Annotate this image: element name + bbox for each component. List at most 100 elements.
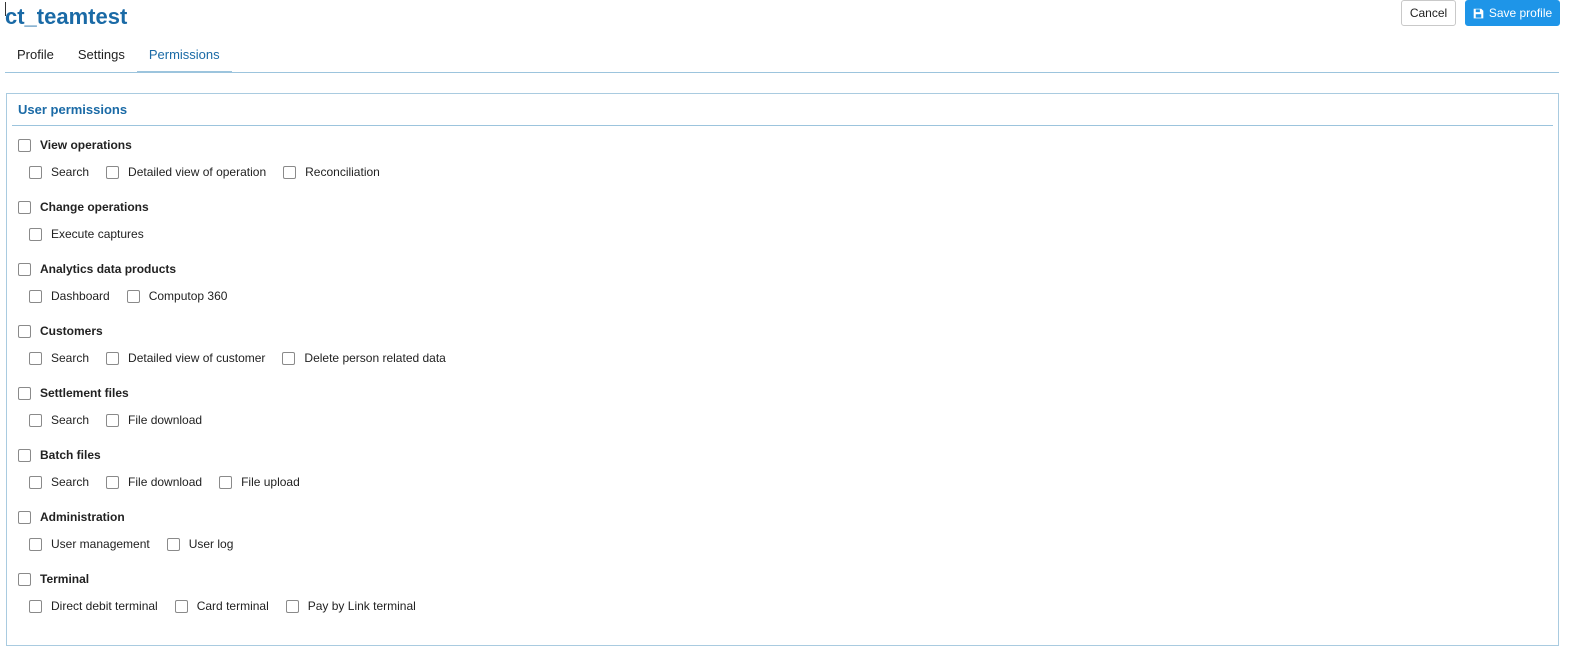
permission-checkbox[interactable]	[29, 165, 42, 179]
permission-label: User log	[188, 537, 234, 551]
permission-checkbox[interactable]	[29, 475, 42, 489]
permission-checkbox[interactable]	[174, 599, 188, 613]
save-profile-button-label: Save profile	[1488, 6, 1553, 20]
group-checkbox[interactable]	[18, 510, 31, 524]
panel-divider	[12, 125, 1553, 126]
tab-bar: Profile Settings Permissions	[5, 40, 1559, 73]
permission-item[interactable]: User management	[29, 537, 150, 551]
permission-checkbox[interactable]	[285, 599, 299, 613]
group-checkbox[interactable]	[18, 448, 31, 462]
group-label: View operations	[40, 138, 132, 152]
permission-label: File upload	[241, 475, 300, 489]
permission-checkbox[interactable]	[29, 227, 42, 241]
group-checkbox[interactable]	[18, 324, 31, 338]
permission-item[interactable]: Detailed view of operation	[106, 165, 266, 179]
permission-label: Execute captures	[51, 227, 144, 241]
permission-group-header[interactable]: Change operations	[18, 200, 149, 214]
permission-item[interactable]: Card terminal	[174, 599, 269, 613]
permission-checkbox[interactable]	[219, 475, 233, 489]
permission-item[interactable]: File download	[106, 475, 202, 489]
permission-checkbox[interactable]	[283, 165, 297, 179]
permission-label: File download	[128, 413, 203, 427]
permission-item[interactable]: Search	[29, 351, 89, 365]
permission-label: Search	[51, 165, 90, 179]
group-label: Analytics data products	[40, 262, 177, 276]
permission-label: Reconciliation	[305, 165, 380, 179]
tab-profile[interactable]: Profile	[5, 40, 66, 72]
permission-checkbox[interactable]	[282, 351, 296, 365]
permission-sub-items: Dashboard Computop 360	[29, 289, 244, 303]
permission-label: Search	[51, 413, 90, 427]
permission-checkbox[interactable]	[106, 351, 120, 365]
permission-item[interactable]: User log	[166, 537, 234, 551]
permission-checkbox[interactable]	[29, 289, 42, 303]
permission-item[interactable]: Search	[29, 165, 89, 179]
tab-permissions[interactable]: Permissions	[136, 40, 232, 73]
permission-label: Search	[51, 475, 90, 489]
group-checkbox[interactable]	[18, 200, 31, 214]
permission-item[interactable]: Direct debit terminal	[29, 599, 158, 613]
save-profile-button[interactable]: Save profile	[1465, 0, 1560, 26]
permission-group-header[interactable]: View operations	[18, 138, 132, 152]
permission-item[interactable]: Computop 360	[126, 289, 228, 303]
permission-checkbox[interactable]	[106, 413, 120, 427]
group-label: Terminal	[40, 572, 90, 586]
permission-group-header[interactable]: Terminal	[18, 572, 89, 586]
permission-item[interactable]: Detailed view of customer	[106, 351, 265, 365]
group-label: Customers	[40, 324, 103, 338]
permission-label: Delete person related data	[304, 351, 446, 365]
permission-label: File download	[128, 475, 203, 489]
cancel-button-label: Cancel	[1409, 6, 1448, 20]
permission-item[interactable]: Pay by Link terminal	[285, 599, 416, 613]
permission-label: Card terminal	[196, 599, 269, 613]
permission-label: Direct debit terminal	[51, 599, 158, 613]
permission-group-header[interactable]: Settlement files	[18, 386, 129, 400]
permission-item[interactable]: File download	[106, 413, 202, 427]
permission-sub-items: Search File download File upload	[29, 475, 317, 489]
group-checkbox[interactable]	[18, 262, 31, 276]
permission-checkbox[interactable]	[29, 537, 42, 551]
permission-checkbox[interactable]	[29, 351, 42, 365]
group-label: Settlement files	[40, 386, 129, 400]
permission-sub-items: Search File download	[29, 413, 219, 427]
permission-checkbox[interactable]	[106, 475, 120, 489]
permission-item[interactable]: File upload	[219, 475, 300, 489]
permission-item[interactable]: Delete person related data	[282, 351, 446, 365]
permission-checkbox[interactable]	[106, 165, 120, 179]
permission-item[interactable]: Search	[29, 475, 89, 489]
permission-label: User management	[51, 537, 150, 551]
tab-settings[interactable]: Settings	[66, 40, 137, 72]
permission-label: Detailed view of operation	[128, 165, 267, 179]
permission-group-header[interactable]: Batch files	[18, 448, 101, 462]
group-label: Batch files	[40, 448, 101, 462]
panel-title: User permissions	[18, 102, 128, 117]
group-checkbox[interactable]	[18, 386, 31, 400]
permission-sub-items: Direct debit terminal Card terminal Pay by…	[29, 599, 433, 613]
permission-label: Search	[51, 351, 90, 365]
permission-label: Dashboard	[51, 289, 110, 303]
permission-checkbox[interactable]	[126, 289, 140, 303]
permission-sub-items: User management User log	[29, 537, 250, 551]
permission-label: Pay by Link terminal	[307, 599, 416, 613]
permission-sub-items: Execute captures	[29, 227, 161, 241]
permission-item[interactable]: Search	[29, 413, 89, 427]
permission-label: Detailed view of customer	[128, 351, 266, 365]
page: ct_teamtest Cancel Save profile Profile …	[0, 0, 1596, 661]
permission-group-header[interactable]: Customers	[18, 324, 103, 338]
group-checkbox[interactable]	[18, 572, 31, 586]
permission-sub-items: Search Detailed view of customer Delete pe…	[29, 351, 463, 365]
cancel-button[interactable]: Cancel	[1401, 0, 1456, 26]
permission-label: Computop 360	[148, 289, 228, 303]
permission-group-header[interactable]: Analytics data products	[18, 262, 176, 276]
group-checkbox[interactable]	[18, 138, 31, 152]
group-label: Administration	[40, 510, 125, 524]
permission-item[interactable]: Dashboard	[29, 289, 110, 303]
permission-group-header[interactable]: Administration	[18, 510, 125, 524]
permission-checkbox[interactable]	[166, 537, 180, 551]
permission-checkbox[interactable]	[29, 413, 42, 427]
permission-item[interactable]: Reconciliation	[283, 165, 380, 179]
permission-checkbox[interactable]	[29, 599, 42, 613]
permission-item[interactable]: Execute captures	[29, 227, 144, 241]
user-permissions-panel: User permissions View operations Search De…	[6, 93, 1559, 646]
page-title: ct_teamtest	[5, 4, 128, 29]
